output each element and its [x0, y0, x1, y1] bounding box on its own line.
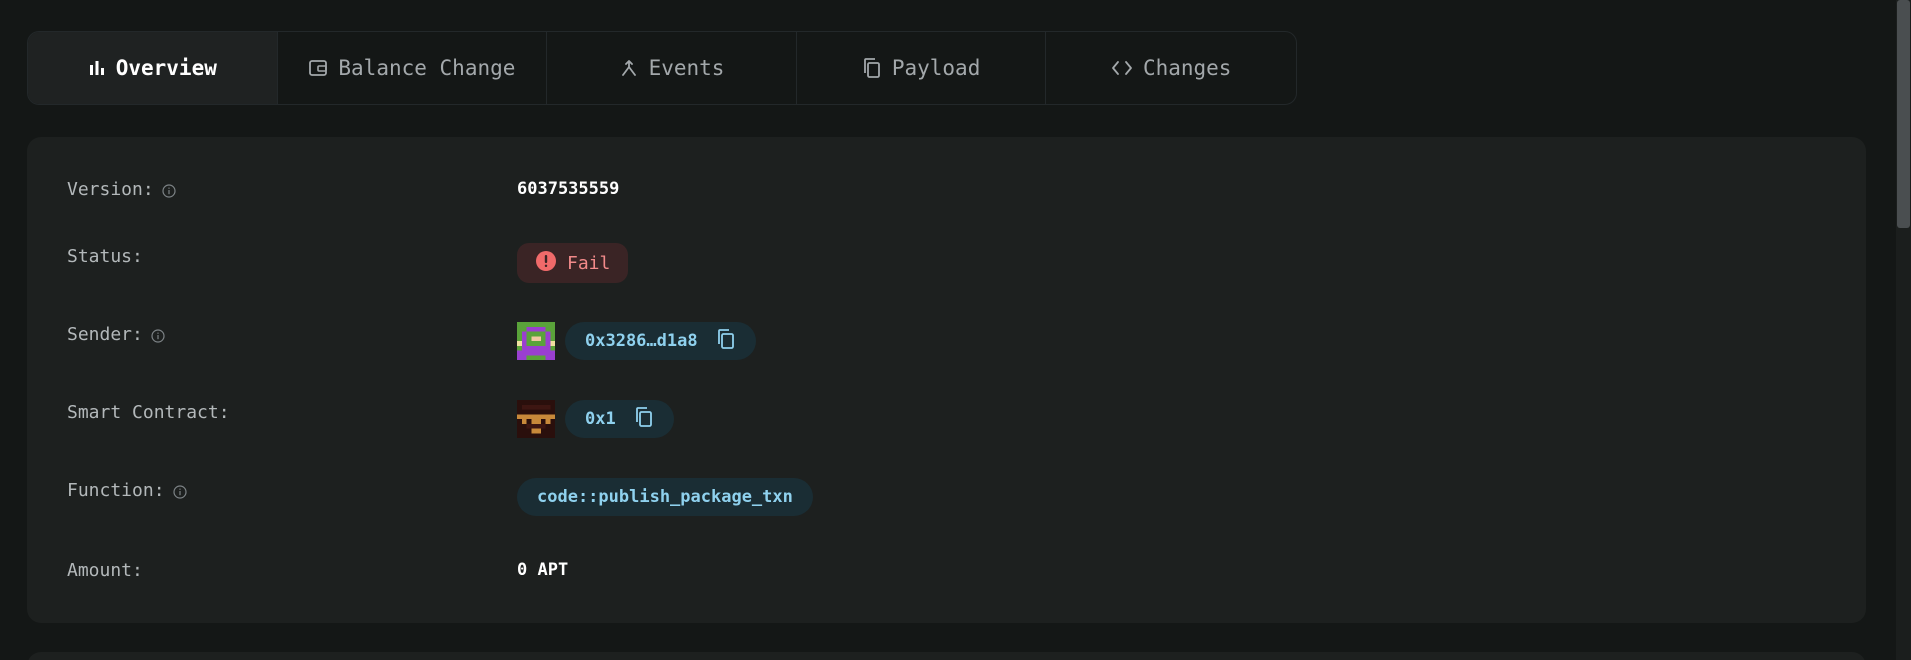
status-text: Fail	[567, 252, 611, 274]
tab-label: Events	[648, 56, 725, 80]
overview-card: Version: 6037535559 Status: Fail Sender:…	[27, 137, 1866, 623]
version-value: 6037535559	[517, 179, 620, 199]
bar-chart-icon	[88, 59, 106, 77]
transaction-tabs: Overview Balance Change Events Payload C…	[27, 31, 1297, 105]
version-row: Version:	[67, 169, 176, 209]
contract-avatar[interactable]	[517, 400, 555, 438]
tab-changes[interactable]: Changes	[1046, 32, 1296, 104]
tab-overview[interactable]: Overview	[28, 32, 278, 104]
function-name[interactable]: code::publish_package_txn	[537, 487, 793, 507]
status-badge: Fail	[517, 243, 629, 283]
sender-avatar[interactable]	[517, 322, 555, 360]
smart-contract-row: Smart Contract:	[67, 392, 230, 432]
next-card	[27, 652, 1866, 660]
info-icon[interactable]	[172, 483, 187, 499]
status-row: Status:	[67, 236, 143, 276]
status-value-wrap: Fail	[517, 243, 629, 283]
contract-address-chip[interactable]: 0x1	[565, 400, 674, 438]
function-label-wrap: Function:	[67, 480, 187, 501]
info-icon[interactable]	[162, 182, 176, 198]
amount-value-wrap: 0 APT	[517, 550, 568, 590]
tab-balance-change[interactable]: Balance Change	[278, 32, 548, 104]
scrollbar[interactable]	[1896, 0, 1911, 660]
sender-address[interactable]: 0x3286…d1a8	[585, 331, 698, 351]
sender-address-chip[interactable]: 0x3286…d1a8	[565, 322, 756, 360]
function-value-wrap: code::publish_package_txn	[517, 477, 813, 517]
amount-row: Amount:	[67, 550, 143, 590]
tab-label: Overview	[115, 56, 217, 80]
copy-icon[interactable]	[716, 328, 736, 355]
tab-label: Balance Change	[338, 56, 516, 80]
sender-row: Sender:	[67, 314, 165, 354]
copy-icon[interactable]	[634, 406, 654, 433]
version-label: Version:	[67, 178, 154, 200]
status-label: Status:	[67, 245, 143, 267]
tab-events[interactable]: Events	[547, 32, 797, 104]
smart-contract-value-wrap: 0x1	[517, 399, 674, 439]
smart-contract-label: Smart Contract:	[67, 401, 230, 423]
version-value-wrap: 6037535559	[517, 169, 619, 209]
merge-icon	[619, 58, 639, 78]
version-label-wrap: Version:	[67, 179, 176, 200]
transaction-page: Overview Balance Change Events Payload C…	[0, 0, 1911, 660]
sender-value-wrap: 0x3286…d1a8	[517, 321, 756, 361]
code-icon	[1111, 59, 1133, 77]
tab-label: Payload	[891, 56, 981, 80]
tab-payload[interactable]: Payload	[797, 32, 1047, 104]
function-label: Function:	[67, 479, 165, 501]
sender-label: Sender:	[67, 323, 143, 345]
amount-label: Amount:	[67, 559, 143, 581]
amount-value: 0 APT	[517, 560, 569, 580]
info-icon[interactable]	[151, 327, 165, 343]
wallet-icon	[308, 58, 328, 78]
tab-label: Changes	[1142, 56, 1232, 80]
contract-address[interactable]: 0x1	[585, 409, 616, 429]
scrollbar-thumb[interactable]	[1897, 0, 1910, 228]
copy-icon	[862, 57, 882, 79]
error-icon	[535, 250, 557, 277]
function-row: Function:	[67, 470, 187, 510]
sender-label-wrap: Sender:	[67, 324, 165, 345]
function-chip[interactable]: code::publish_package_txn	[517, 478, 813, 516]
